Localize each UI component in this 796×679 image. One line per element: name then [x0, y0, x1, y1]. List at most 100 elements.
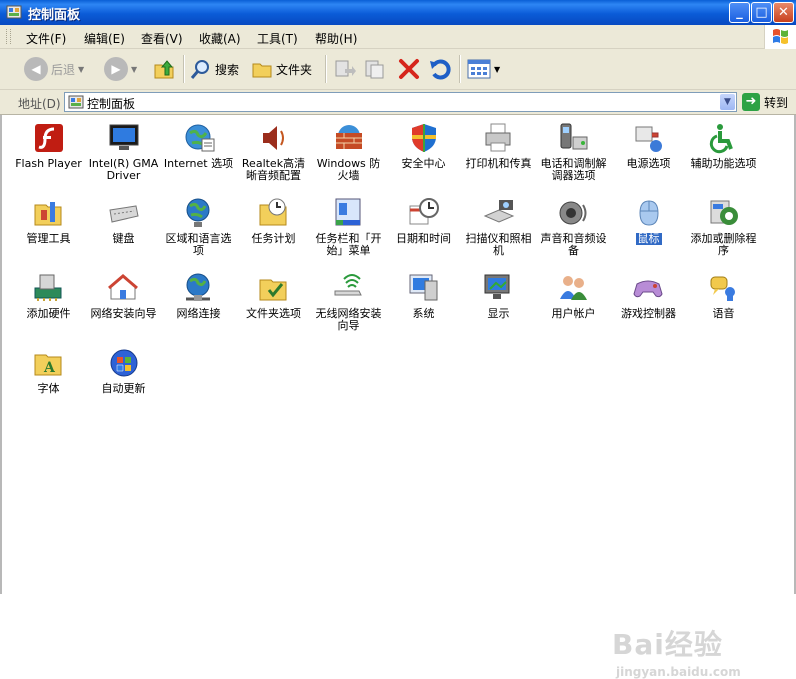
menu-bar: 文件(F) 编辑(E) 查看(V) 收藏(A) 工具(T) 帮助(H)	[0, 25, 796, 49]
control-panel-item[interactable]: 鼠标	[611, 196, 686, 245]
speaker-icon	[262, 126, 284, 150]
item-label: 用户帐户	[551, 307, 596, 320]
network-connections-icon	[185, 273, 210, 301]
item-label: 自动更新	[101, 382, 146, 395]
control-panel-item[interactable]: Intel(R) GMA Driver	[86, 121, 161, 182]
clock-icon	[409, 198, 439, 225]
control-panel-item[interactable]: 游戏控制器	[611, 271, 686, 320]
undo-button[interactable]	[428, 55, 452, 83]
menu-view[interactable]: 查看(V)	[141, 30, 183, 47]
toolbar-separator	[459, 55, 461, 83]
folder-options-icon	[259, 279, 286, 301]
control-panel-item[interactable]: Flash Player	[11, 121, 86, 170]
item-label: 语音	[712, 307, 735, 320]
control-panel-item[interactable]: Windows 防火墙	[311, 121, 386, 182]
control-panel-item[interactable]: 声音和音频设备	[536, 196, 611, 257]
control-panel-item[interactable]: 用户帐户	[536, 271, 611, 320]
control-panel-item[interactable]: 文件夹选项	[236, 271, 311, 320]
control-panel-item[interactable]: 无线网络安装向导	[311, 271, 386, 332]
shield-icon	[411, 124, 436, 152]
control-panel-item[interactable]: 语音	[686, 271, 761, 320]
folders-label: 文件夹	[276, 62, 313, 77]
control-panel-item[interactable]: 辅助功能选项	[686, 121, 761, 170]
add-remove-icon	[710, 200, 738, 225]
control-panel-item[interactable]: 自动更新	[86, 346, 161, 395]
control-panel-item[interactable]: 区域和语言选项	[161, 196, 236, 257]
title-bar[interactable]: 控制面板 _ □ ✕	[0, 0, 796, 25]
delete-button[interactable]	[397, 55, 421, 83]
control-panel-icon	[6, 5, 22, 19]
flash-icon	[34, 124, 63, 152]
search-button[interactable]: 搜索	[190, 55, 239, 83]
toolbar-separator	[183, 55, 185, 83]
up-folder-icon	[154, 60, 174, 79]
search-label: 搜索	[215, 62, 240, 77]
go-label: 转到	[764, 95, 789, 110]
item-label: Realtek高清晰音频配置	[241, 157, 306, 182]
address-dropdown-icon[interactable]: ▼	[720, 94, 735, 110]
item-label: 安全中心	[401, 157, 446, 170]
menu-edit[interactable]: 编辑(E)	[84, 30, 125, 47]
control-panel-item[interactable]: 电源选项	[611, 121, 686, 170]
up-folder-button[interactable]	[152, 55, 176, 83]
address-input[interactable]: 控制面板 ▼	[64, 92, 737, 112]
accessibility-icon	[709, 124, 733, 154]
control-panel-item[interactable]: 键盘	[86, 196, 161, 245]
menu-file[interactable]: 文件(F)	[26, 30, 66, 47]
forward-button[interactable]: ▶ ▼	[104, 55, 137, 83]
control-panel-item[interactable]: 任务栏和「开始」菜单	[311, 196, 386, 257]
toolbar-separator	[325, 55, 327, 83]
minimize-button[interactable]: _	[729, 2, 750, 23]
taskbar-icon	[335, 198, 360, 226]
item-label: 字体	[37, 382, 60, 395]
control-panel-item[interactable]: 任务计划	[236, 196, 311, 245]
control-panel-item[interactable]: 日期和时间	[386, 196, 461, 245]
go-button[interactable]: ➜ 转到	[742, 93, 788, 111]
item-label: 区域和语言选项	[165, 232, 232, 257]
control-panel-item[interactable]: Realtek高清晰音频配置	[236, 121, 311, 182]
item-label: 文件夹选项	[246, 307, 301, 320]
control-panel-item[interactable]: 添加硬件	[11, 271, 86, 320]
copy-to-icon	[365, 60, 384, 79]
copy-to-button[interactable]	[363, 55, 387, 83]
maximize-button[interactable]: □	[751, 2, 772, 23]
fonts-icon: A	[34, 354, 61, 376]
views-icon	[467, 59, 491, 79]
menu-help[interactable]: 帮助(H)	[315, 30, 357, 47]
control-panel-item[interactable]: 添加或删除程序	[686, 196, 761, 257]
folders-button[interactable]: 文件夹	[251, 55, 312, 83]
views-button[interactable]: ▼	[467, 55, 500, 83]
views-dropdown-icon[interactable]: ▼	[494, 65, 500, 74]
delete-icon	[399, 59, 419, 79]
control-panel-item[interactable]: A 字体	[11, 346, 86, 395]
control-panel-item[interactable]: 管理工具	[11, 196, 86, 245]
control-panel-item[interactable]: 显示	[461, 271, 536, 320]
back-dropdown-icon[interactable]: ▼	[78, 65, 84, 74]
speech-icon	[710, 276, 735, 301]
control-panel-item[interactable]: 电话和调制解调器选项	[536, 121, 611, 182]
item-label: Intel(R) GMA Driver	[88, 157, 159, 182]
control-panel-item[interactable]: 网络连接	[161, 271, 236, 320]
scanner-icon	[483, 200, 514, 223]
control-panel-icon	[68, 95, 84, 109]
control-panel-item[interactable]: 打印机和传真	[461, 121, 536, 170]
control-panel-item[interactable]: 扫描仪和照相机	[461, 196, 536, 257]
item-label: 管理工具	[26, 232, 71, 245]
game-controller-icon	[632, 280, 663, 298]
item-label: 辅助功能选项	[690, 157, 757, 170]
firewall-icon	[335, 125, 362, 149]
control-panel-item[interactable]: Internet 选项	[161, 121, 236, 170]
region-globe-icon	[186, 198, 209, 227]
keyboard-icon	[108, 205, 139, 223]
menu-favorites[interactable]: 收藏(A)	[199, 30, 241, 47]
forward-dropdown-icon[interactable]: ▼	[131, 65, 137, 74]
back-button[interactable]: ◀ 后退 ▼	[24, 55, 84, 83]
control-panel-item[interactable]: 系统	[386, 271, 461, 320]
move-to-button[interactable]	[333, 55, 357, 83]
item-label: 声音和音频设备	[540, 232, 607, 257]
menu-tools[interactable]: 工具(T)	[257, 30, 298, 47]
control-panel-item[interactable]: 网络安装向导	[86, 271, 161, 320]
close-button[interactable]: ✕	[773, 2, 794, 23]
item-label: 任务栏和「开始」菜单	[315, 232, 382, 257]
control-panel-item[interactable]: 安全中心	[386, 121, 461, 170]
